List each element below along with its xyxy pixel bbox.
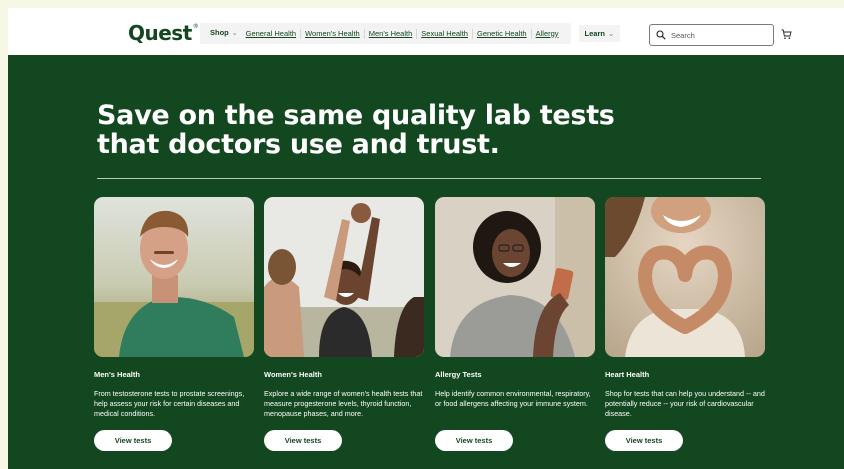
nav-shop[interactable]: Shop ⌄ xyxy=(206,28,242,39)
site-header: Quest® Shop ⌄ General Health Women's Heal… xyxy=(8,8,844,55)
quest-logo[interactable]: Quest® xyxy=(128,21,199,45)
nav-link-genetic-health[interactable]: Genetic Health xyxy=(473,28,532,39)
nav-link-mens-health[interactable]: Men's Health xyxy=(365,28,418,39)
heart-health-image xyxy=(605,197,765,357)
card-title: Men's Health xyxy=(94,370,140,379)
nav-bar: Shop ⌄ General Health Women's Health Men'… xyxy=(200,23,571,44)
nav-link-general-health[interactable]: General Health xyxy=(242,28,302,39)
card-title: Heart Health xyxy=(605,370,650,379)
card-mens-health: Men's Health From testosterone tests to … xyxy=(94,197,254,451)
hero-headline-line-2: that doctors use and trust. xyxy=(97,129,500,160)
nav-learn-label: Learn xyxy=(584,29,605,38)
allergy-tests-image xyxy=(435,197,595,357)
registered-mark: ® xyxy=(192,23,199,30)
nav-shop-label: Shop xyxy=(210,28,229,37)
search-box[interactable] xyxy=(649,24,774,46)
womens-health-photo[interactable] xyxy=(264,197,424,357)
view-tests-button[interactable]: View tests xyxy=(94,430,172,451)
card-description: Explore a wide range of women's health t… xyxy=(264,389,423,418)
card-title: Women's Health xyxy=(264,370,322,379)
nav-learn[interactable]: Learn ⌄ xyxy=(578,25,621,42)
mens-health-photo[interactable] xyxy=(94,197,254,357)
hero-section: Save on the same quality lab tests that … xyxy=(8,55,844,469)
card-allergy-tests: Allergy Tests Help identify common envir… xyxy=(435,197,595,451)
nav-link-allergy[interactable]: Allergy xyxy=(532,29,563,39)
card-heart-health: Heart Health Shop for tests that can hel… xyxy=(605,197,765,451)
logo-text: Quest xyxy=(128,21,192,45)
view-tests-button[interactable]: View tests xyxy=(264,430,342,451)
womens-health-image xyxy=(264,197,424,357)
cart-icon[interactable] xyxy=(781,29,792,40)
allergy-tests-photo[interactable] xyxy=(435,197,595,357)
search-input[interactable] xyxy=(671,30,766,40)
chevron-down-icon: ⌄ xyxy=(231,30,238,37)
chevron-down-icon: ⌄ xyxy=(607,29,615,38)
nav-link-womens-health[interactable]: Women's Health xyxy=(301,28,365,39)
card-title: Allergy Tests xyxy=(435,370,482,379)
view-tests-button[interactable]: View tests xyxy=(435,430,513,451)
view-tests-button[interactable]: View tests xyxy=(605,430,683,451)
card-womens-health: Women's Health Explore a wide range of w… xyxy=(264,197,424,451)
card-description: Shop for tests that can help you underst… xyxy=(605,389,765,418)
nav-link-sexual-health[interactable]: Sexual Health xyxy=(417,28,473,39)
hero-headline-line-1: Save on the same quality lab tests xyxy=(97,100,615,131)
divider xyxy=(97,178,761,179)
search-icon xyxy=(656,30,666,40)
hero-headline: Save on the same quality lab tests that … xyxy=(97,101,615,159)
card-description: From testosterone tests to prostate scre… xyxy=(94,389,245,418)
main-nav: Shop ⌄ General Health Women's Health Men'… xyxy=(200,23,621,44)
heart-health-photo[interactable] xyxy=(605,197,765,357)
mens-health-image xyxy=(94,197,254,357)
card-description: Help identify common environmental, resp… xyxy=(435,389,591,408)
